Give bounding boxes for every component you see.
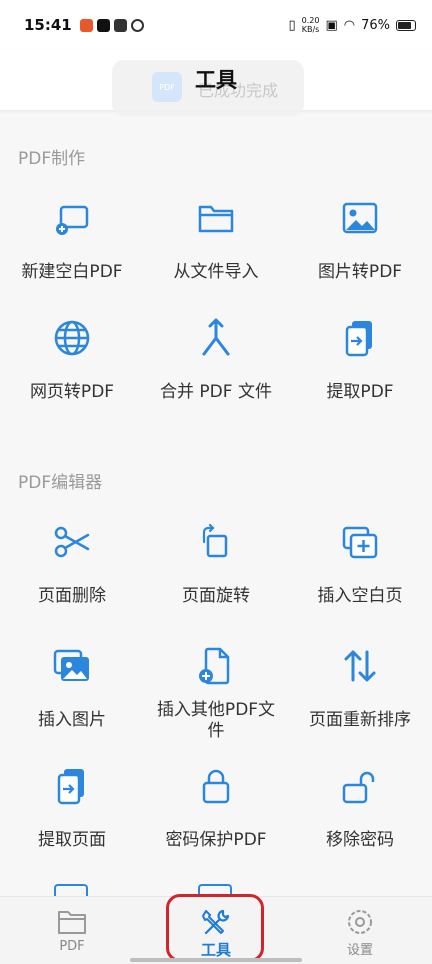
- tool-extract-pages[interactable]: 提取页面: [0, 766, 144, 851]
- scissors-icon: [54, 526, 90, 558]
- network-speed-value: 0.20: [301, 16, 320, 25]
- tool-label: 插入图片: [38, 710, 106, 730]
- section-title-pdf-editor: PDF编辑器: [18, 473, 103, 493]
- new-blank-pdf-icon: [56, 205, 89, 235]
- insert-image-icon: [53, 649, 89, 681]
- tab-label: PDF: [59, 939, 85, 954]
- tiktok-icon: [96, 18, 110, 32]
- tool-label: 合并 PDF 文件: [160, 382, 272, 402]
- tool-extract-pdf[interactable]: 提取PDF: [288, 318, 432, 403]
- extract-icon: [345, 321, 372, 357]
- tool-label: 页面旋转: [182, 586, 250, 606]
- section-title-pdf-create: PDF制作: [18, 149, 86, 169]
- unlock-icon: [342, 771, 375, 804]
- tool-label: 插入其他PDF文件: [156, 700, 276, 741]
- status-notification-icons: [79, 18, 144, 32]
- tool-webpage-to-pdf[interactable]: 网页转PDF: [0, 318, 144, 403]
- highlight-annotation: [166, 894, 264, 962]
- tool-label: 图片转PDF: [317, 262, 403, 282]
- tool-insert-other-pdf[interactable]: 插入其他PDF文件: [144, 646, 288, 742]
- globe-icon: [54, 320, 90, 356]
- tool-label: 提取页面: [38, 830, 106, 850]
- tool-label: 页面重新排序: [309, 710, 411, 730]
- battery-icon: [396, 19, 416, 31]
- merge-icon: [202, 318, 230, 356]
- tool-merge-pdf[interactable]: 合并 PDF 文件: [144, 318, 288, 403]
- tool-insert-image[interactable]: 插入图片: [0, 646, 144, 731]
- image-icon: [342, 202, 378, 234]
- tool-password-protect[interactable]: 密码保护PDF: [144, 766, 288, 851]
- tab-pdf[interactable]: PDF: [0, 897, 144, 964]
- tool-image-to-pdf[interactable]: 图片转PDF: [288, 198, 432, 283]
- wifi-icon: ◠: [343, 17, 356, 33]
- tab-settings[interactable]: 设置: [288, 897, 432, 964]
- app-notification-icon: [113, 18, 127, 32]
- sim-icon: ▣: [325, 17, 338, 33]
- tool-label: 网页转PDF: [29, 382, 115, 402]
- page-title: 工具: [195, 68, 237, 92]
- battery-percent: 76%: [361, 17, 390, 33]
- network-speed: 0.20 KB/s: [302, 16, 320, 34]
- lock-icon: [202, 769, 230, 804]
- folder-icon: [58, 911, 86, 934]
- gear-icon: [348, 910, 372, 934]
- reorder-icon: [344, 650, 376, 682]
- app-notification-icon: [130, 18, 144, 32]
- tool-label: 新建空白PDF: [21, 262, 123, 282]
- insert-page-icon: [342, 526, 378, 559]
- extract-pages-icon: [57, 769, 84, 805]
- home-indicator[interactable]: [130, 958, 302, 962]
- tab-label: 设置: [346, 943, 373, 958]
- tool-reorder-pages[interactable]: 页面重新排序: [288, 646, 432, 731]
- tool-import-file[interactable]: 从文件导入: [144, 198, 288, 283]
- tool-rotate-page[interactable]: 页面旋转: [144, 522, 288, 607]
- tool-remove-password[interactable]: 移除密码: [288, 766, 432, 851]
- tool-label: 插入空白页: [317, 586, 403, 606]
- status-bar: 15:41 ▯ 0.20 KB/s ▣ ◠ 76%: [0, 0, 432, 50]
- tool-label: 页面删除: [38, 586, 106, 606]
- tool-label: 密码保护PDF: [165, 830, 267, 850]
- tool-label: 提取PDF: [326, 382, 394, 402]
- tool-label: 从文件导入: [173, 262, 259, 282]
- insert-file-icon: [199, 647, 230, 685]
- tool-label: 移除密码: [326, 830, 394, 850]
- tool-insert-blank-page[interactable]: 插入空白页: [288, 522, 432, 607]
- tool-new-blank-pdf[interactable]: 新建空白PDF: [0, 198, 144, 283]
- status-time: 15:41: [24, 16, 72, 34]
- status-right: ▯ 0.20 KB/s ▣ ◠ 76%: [288, 16, 416, 34]
- rotate-icon: [202, 523, 228, 558]
- app-notification-icon: [79, 18, 93, 32]
- folder-icon: [198, 205, 234, 233]
- tool-delete-page[interactable]: 页面删除: [0, 522, 144, 607]
- vibrate-icon: ▯: [288, 17, 296, 33]
- network-speed-unit: KB/s: [301, 25, 320, 34]
